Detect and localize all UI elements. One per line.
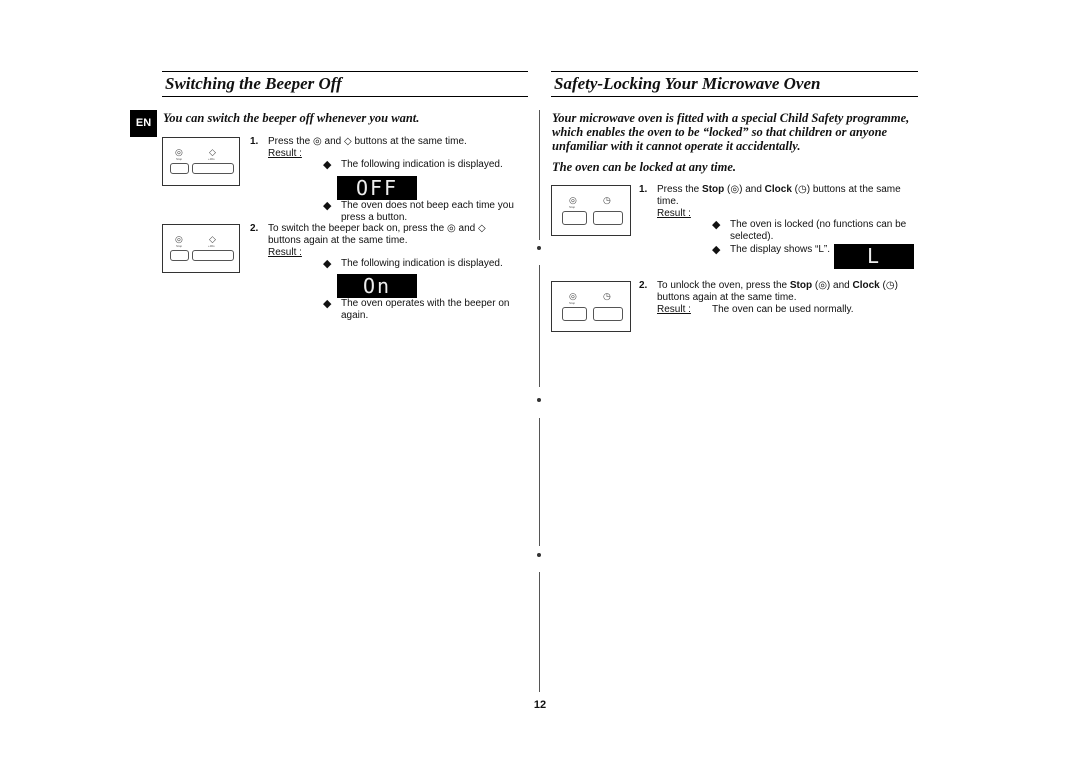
- stop-label: Stop: [569, 301, 576, 305]
- manual-page: Switching the Beeper Off EN You can swit…: [0, 0, 1080, 763]
- control-panel-diagram: ◎ Stop ◇ +30s: [162, 137, 240, 186]
- step2-text: To switch the beeper back on, press the …: [268, 223, 508, 246]
- intro-text-2: The oven can be locked at any time.: [552, 160, 736, 174]
- stop-button: [562, 211, 587, 225]
- t: buttons at the same time.: [354, 136, 467, 147]
- stop-button: [170, 163, 189, 174]
- t: and: [745, 184, 762, 195]
- stop-icon: ◎: [313, 136, 322, 147]
- start-icon: ◇: [477, 223, 486, 234]
- stop-icon: ◎: [569, 195, 577, 205]
- bullet-text: The oven does not beep each time you pre…: [341, 200, 514, 223]
- t: Press the: [268, 136, 311, 147]
- header-rule-top: [551, 71, 918, 72]
- plus30-label: +30s: [208, 244, 215, 248]
- clock-icon: ◷: [885, 280, 895, 291]
- header-rule-bottom: [551, 96, 918, 97]
- diamond-bullet-icon: ◆: [712, 244, 721, 256]
- t: and: [324, 136, 342, 147]
- result-text: The oven can be used normally.: [712, 304, 854, 315]
- clock-button: [593, 307, 623, 321]
- column-divider: [539, 418, 540, 546]
- bullet-text: The oven operates with the beeper on aga…: [341, 298, 510, 321]
- t: Press the: [657, 184, 700, 195]
- display-lock: L: [834, 244, 914, 269]
- start-icon: ◇: [344, 136, 352, 147]
- header-rule-top: [162, 71, 528, 72]
- stop-icon: ◎: [447, 223, 456, 234]
- t: and: [458, 223, 476, 234]
- intro-text: You can switch the beeper off whenever y…: [163, 111, 420, 125]
- clock-icon: ◷: [798, 184, 807, 195]
- t: Stop: [789, 280, 813, 291]
- start-icon: ◇: [209, 147, 216, 157]
- display-off: OFF: [337, 176, 417, 200]
- step1-text: Press the Stop (◎) and Clock (◷) buttons…: [657, 184, 901, 207]
- bullet-text: The oven is locked (no functions can be …: [730, 219, 907, 242]
- divider-dot: [537, 553, 541, 557]
- display-on: On: [337, 274, 417, 298]
- stop-icon: ◎: [569, 291, 577, 301]
- section-title: Safety-Locking Your Microwave Oven: [554, 74, 821, 93]
- stop-button: [562, 307, 587, 321]
- start-button: [192, 163, 234, 174]
- control-panel-diagram: ◎ Stop ◷: [551, 281, 631, 332]
- section-title: Switching the Beeper Off: [165, 74, 342, 93]
- t: Clock: [852, 280, 880, 291]
- t: buttons again at the same time.: [657, 291, 797, 303]
- diamond-bullet-icon: ◆: [323, 159, 332, 171]
- t: buttons again at the same time.: [268, 234, 408, 246]
- step1-text: Press the ◎ and ◇ buttons at the same ti…: [268, 136, 467, 148]
- start-icon: ◇: [209, 234, 216, 244]
- stop-icon: ◎: [175, 234, 183, 244]
- step-number: 2.: [639, 280, 648, 291]
- diamond-bullet-icon: ◆: [323, 258, 332, 270]
- result-label: Result :: [657, 304, 691, 315]
- intro-text: Your microwave oven is fitted with a spe…: [552, 111, 910, 153]
- stop-icon: ◎: [175, 147, 183, 157]
- header-rule-bottom: [162, 96, 528, 97]
- t: Clock: [764, 184, 792, 195]
- plus30-label: +30s: [208, 157, 215, 161]
- control-panel-diagram: ◎ Stop ◇ +30s: [162, 224, 240, 273]
- clock-icon: ◷: [603, 291, 611, 301]
- step-number: 1.: [639, 184, 648, 195]
- stop-label: Stop: [176, 157, 183, 161]
- result-label: Result :: [268, 148, 302, 159]
- diamond-bullet-icon: ◆: [712, 219, 721, 231]
- bullet-text: The following indication is displayed.: [341, 258, 503, 269]
- divider-dot: [537, 398, 541, 402]
- bullet-text: The following indication is displayed.: [341, 159, 503, 170]
- column-divider: [539, 110, 540, 240]
- stop-button: [170, 250, 189, 261]
- control-panel-diagram: ◎ Stop ◷: [551, 185, 631, 236]
- step-number: 2.: [250, 223, 259, 234]
- divider-dot: [537, 246, 541, 250]
- page-number: 12: [533, 699, 547, 711]
- diamond-bullet-icon: ◆: [323, 298, 332, 310]
- result-label: Result :: [657, 208, 691, 219]
- t: To switch the beeper back on, press the: [268, 223, 445, 234]
- stop-label: Stop: [569, 205, 576, 209]
- step2-text: To unlock the oven, press the Stop (◎) a…: [657, 280, 898, 303]
- clock-button: [593, 211, 623, 225]
- t: and: [833, 280, 850, 291]
- language-tab: EN: [130, 110, 157, 137]
- step-number: 1.: [250, 136, 259, 147]
- stop-icon: ◎: [818, 280, 827, 291]
- column-divider: [539, 572, 540, 692]
- result-label: Result :: [268, 247, 302, 258]
- t: To unlock the oven, press the: [657, 280, 788, 291]
- diamond-bullet-icon: ◆: [323, 200, 332, 212]
- stop-icon: ◎: [730, 184, 740, 195]
- t: Stop: [702, 184, 725, 195]
- stop-label: Stop: [176, 244, 183, 248]
- start-button: [192, 250, 234, 261]
- column-divider: [539, 265, 540, 387]
- clock-icon: ◷: [603, 195, 611, 205]
- bullet-text: The display shows “L”.: [730, 244, 831, 255]
